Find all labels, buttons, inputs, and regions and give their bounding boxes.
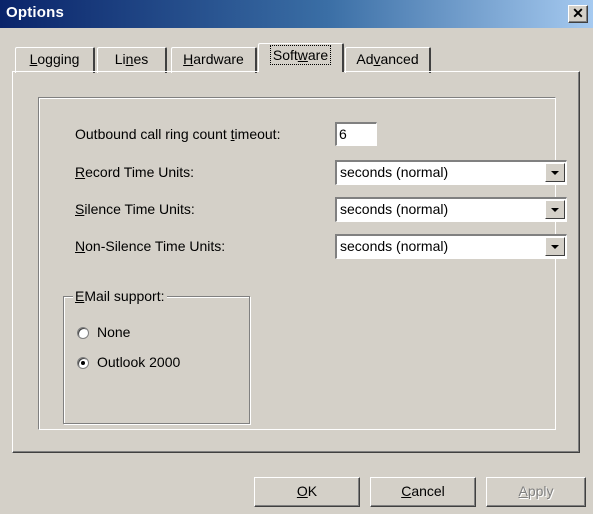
record-units-label: Record Time Units:	[75, 164, 194, 180]
close-button[interactable]: ✕	[568, 5, 588, 23]
tab-label: ogging	[37, 51, 80, 67]
nonsilence-units-label: Non-Silence Time Units:	[75, 238, 225, 254]
button-label: ancel	[411, 483, 445, 499]
select-value: seconds (normal)	[340, 238, 449, 254]
select-value: seconds (normal)	[340, 164, 449, 180]
ok-button[interactable]: OK	[254, 477, 360, 507]
tab-label: Li	[114, 51, 126, 67]
options-dialog: Options ✕ Logging Lines Hardware Softwar…	[0, 0, 593, 514]
title-bar[interactable]: Options ✕	[0, 0, 593, 28]
tab-label-accel: w	[297, 47, 308, 63]
legend-accel: E	[75, 288, 85, 304]
radio-button[interactable]	[77, 327, 89, 339]
ring-timeout-input[interactable]: 6	[335, 122, 377, 146]
silence-units-select[interactable]: seconds (normal)	[335, 197, 567, 222]
radio-label: Outlook 2000	[97, 354, 181, 370]
label-text: ecord Time Units:	[85, 164, 195, 180]
window-title: Options	[6, 4, 65, 21]
close-icon: ✕	[572, 5, 584, 21]
cancel-button[interactable]: Cancel	[370, 477, 476, 507]
button-label: pply	[527, 483, 554, 499]
tab-label: anced	[380, 51, 419, 67]
chevron-down-icon[interactable]	[545, 163, 565, 182]
tab-label-accel: H	[183, 51, 194, 67]
tab-lines[interactable]: Lines	[97, 47, 167, 73]
tab-focus: Software	[269, 45, 332, 65]
tab-logging[interactable]: Logging	[15, 47, 95, 73]
label-accel: R	[75, 164, 86, 180]
email-support-group: EMail support: None Outlook 2000	[63, 288, 250, 424]
radio-button[interactable]	[77, 357, 89, 369]
nonsilence-units-select[interactable]: seconds (normal)	[335, 234, 567, 259]
label-text: imeout:	[234, 126, 281, 142]
button-accel: O	[296, 483, 308, 499]
tab-label: Ad	[356, 51, 374, 67]
tab-label: Soft	[272, 47, 298, 63]
label-text: on-Silence Time Units:	[85, 238, 226, 254]
chevron-down-icon[interactable]	[545, 237, 565, 256]
tab-hardware[interactable]: Hardware	[171, 47, 257, 73]
tab-label: are	[307, 47, 329, 63]
button-accel: A	[518, 483, 528, 499]
tab-advanced[interactable]: Advanced	[345, 47, 431, 73]
radio-label: None	[97, 324, 131, 340]
email-support-legend: EMail support:	[73, 288, 167, 304]
button-accel: C	[401, 483, 412, 499]
label-accel: N	[75, 238, 86, 254]
label-text: Outbound call ring count	[75, 126, 231, 142]
legend-text: Mail support:	[84, 288, 165, 304]
chevron-down-icon[interactable]	[545, 200, 565, 219]
tab-software[interactable]: Software	[258, 43, 344, 72]
ring-timeout-label: Outbound call ring count timeout:	[75, 126, 280, 142]
button-label: K	[307, 483, 318, 499]
apply-button[interactable]: Apply	[486, 477, 586, 507]
select-value: seconds (normal)	[340, 201, 449, 217]
record-units-select[interactable]: seconds (normal)	[335, 160, 567, 185]
tab-label: es	[133, 51, 149, 67]
tab-label: ardware	[193, 51, 244, 67]
label-accel: S	[75, 201, 85, 217]
silence-units-label: Silence Time Units:	[75, 201, 195, 217]
label-text: ilence Time Units:	[84, 201, 195, 217]
